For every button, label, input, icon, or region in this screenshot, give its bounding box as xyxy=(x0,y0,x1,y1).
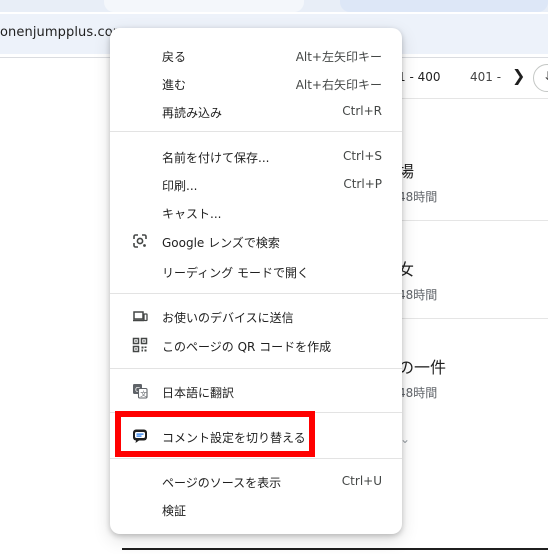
entry-meta: 48時間 xyxy=(398,386,438,400)
divider xyxy=(400,220,548,221)
url-text[interactable]: onenjumpplus.com xyxy=(0,25,126,40)
menu-item-shortcut: Ctrl+R xyxy=(342,104,382,118)
divider xyxy=(122,548,548,550)
entry-meta: 48時間 xyxy=(398,190,438,204)
devices-icon xyxy=(132,308,148,324)
menu-item-shortcut: Ctrl+P xyxy=(343,177,382,191)
download-icon: ↓ xyxy=(543,69,548,83)
chevron-right-icon[interactable]: ❯ xyxy=(512,66,525,85)
entry-title: 場 xyxy=(398,162,415,181)
menu-separator xyxy=(110,458,402,459)
menu-item-label: 日本語に翻訳 xyxy=(162,386,235,400)
menu-item-label: このページの QR コードを作成 xyxy=(162,340,332,354)
menu-item-save-as[interactable]: 名前を付けて保存... Ctrl+S xyxy=(110,143,402,169)
menu-item-label: 戻る xyxy=(162,50,187,64)
download-button[interactable]: ↓ xyxy=(533,64,548,92)
menu-item-label: 進む xyxy=(162,78,187,92)
menu-separator xyxy=(110,131,402,132)
context-menu: 戻る Alt+左矢印キー 進む Alt+右矢印キー 再読み込み Ctrl+R 名… xyxy=(110,28,402,534)
menu-separator xyxy=(110,293,402,294)
menu-item-inspect[interactable]: 検証 xyxy=(110,496,402,522)
entry-title: 女 xyxy=(398,260,415,279)
divider xyxy=(400,318,548,319)
menu-item-translate[interactable]: G 文 日本語に翻訳 xyxy=(110,378,402,404)
menu-item-google-lens[interactable]: Google レンズで検索 xyxy=(110,228,402,254)
google-lens-icon xyxy=(132,233,148,249)
list-item[interactable]: の一件 48時間 xyxy=(398,354,548,401)
menu-item-label: 再読み込み xyxy=(162,106,223,120)
browser-tab[interactable] xyxy=(340,0,548,12)
qr-code-icon xyxy=(132,337,148,353)
menu-item-label: お使いのデバイスに送信 xyxy=(162,311,294,325)
list-item[interactable]: 場 48時間 xyxy=(398,158,548,205)
browser-tab[interactable] xyxy=(104,0,304,12)
translate-icon: G 文 xyxy=(132,383,148,399)
menu-item-send-to-devices[interactable]: お使いのデバイスに送信 xyxy=(110,303,402,329)
annotation-highlight-box xyxy=(115,411,315,457)
menu-item-label: リーディング モードで開く xyxy=(162,266,309,280)
menu-item-reading-mode[interactable]: リーディング モードで開く xyxy=(110,258,402,284)
menu-item-label: 印刷... xyxy=(162,179,198,193)
menu-item-qr-code[interactable]: このページの QR コードを作成 xyxy=(110,332,402,358)
menu-item-view-source[interactable]: ページのソースを表示 Ctrl+U xyxy=(110,468,402,494)
entry-title: の一件 xyxy=(398,358,447,377)
pagination-current[interactable]: 1 - 400 xyxy=(398,70,441,84)
menu-item-reload[interactable]: 再読み込み Ctrl+R xyxy=(110,98,402,124)
menu-item-shortcut: Ctrl+S xyxy=(342,149,382,163)
menu-item-cast[interactable]: キャスト... xyxy=(110,199,402,225)
svg-text:文: 文 xyxy=(140,389,147,398)
pagination-next-range[interactable]: 401 - xyxy=(470,70,501,84)
divider xyxy=(400,98,548,99)
menu-separator xyxy=(110,368,402,369)
menu-item-label: キャスト... xyxy=(162,207,222,221)
menu-item-label: 名前を付けて保存... xyxy=(162,151,270,165)
menu-item-shortcut: Alt+左矢印キー xyxy=(295,50,382,64)
entry-meta: 48時間 xyxy=(398,288,438,302)
menu-item-shortcut: Ctrl+U xyxy=(341,474,382,488)
menu-item-shortcut: Alt+右矢印キー xyxy=(295,78,382,92)
menu-item-print[interactable]: 印刷... Ctrl+P xyxy=(110,171,402,197)
menu-item-forward[interactable]: 進む Alt+右矢印キー xyxy=(110,70,402,96)
list-item[interactable]: 女 48時間 xyxy=(398,256,548,303)
menu-item-label: ページのソースを表示 xyxy=(162,476,282,490)
menu-item-back[interactable]: 戻る Alt+左矢印キー xyxy=(110,42,402,68)
menu-item-label: 検証 xyxy=(162,504,187,518)
menu-item-label: Google レンズで検索 xyxy=(162,236,280,250)
